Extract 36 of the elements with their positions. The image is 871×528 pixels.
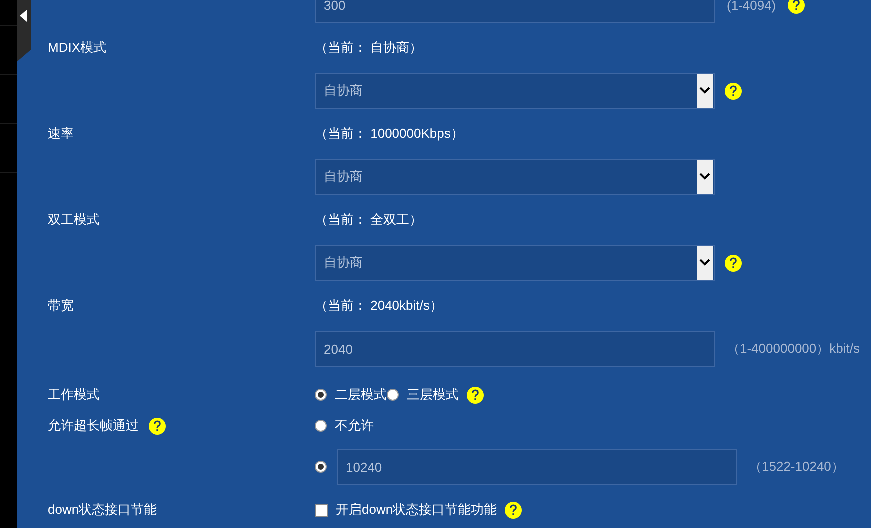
chevron-down-icon	[697, 74, 713, 108]
input-field[interactable]: 300	[315, 0, 715, 23]
field-label: 速率	[48, 125, 74, 143]
collapse-button[interactable]	[17, 0, 31, 62]
input-field[interactable]: 10240	[337, 449, 737, 485]
range-hint: (1-4094)	[727, 0, 776, 12]
field-label: MDIX模式	[48, 39, 106, 57]
dropdown[interactable]: 自协商	[315, 159, 715, 195]
help-icon[interactable]	[149, 418, 166, 434]
field-label: down状态接口节能	[48, 501, 158, 519]
radio-option[interactable]: 三层模式	[387, 386, 459, 404]
current-value: （当前： 1000000Kbps）	[315, 125, 464, 143]
triangle-left-icon	[20, 10, 27, 22]
help-icon[interactable]	[505, 502, 522, 518]
dropdown[interactable]: 自协商	[315, 73, 715, 109]
chevron-down-icon	[697, 246, 713, 280]
help-icon[interactable]	[725, 82, 742, 100]
current-value: （当前： 2040kbit/s）	[315, 297, 443, 315]
input-field[interactable]: 2040	[315, 331, 715, 367]
help-icon[interactable]	[467, 386, 484, 404]
current-value: （当前： 自协商）	[315, 39, 423, 57]
help-icon[interactable]	[788, 0, 806, 14]
field-label: 双工模式	[48, 211, 100, 229]
field-label: 允许超长帧通过	[48, 417, 139, 435]
help-icon[interactable]	[725, 254, 742, 272]
dropdown[interactable]: 自协商	[315, 245, 715, 281]
checkbox-option[interactable]: 开启down状态接口节能功能	[315, 501, 498, 519]
radio-option[interactable]: 二层模式	[315, 386, 387, 404]
range-hint: （1-400000000）kbit/s	[727, 340, 860, 358]
range-hint: （1522-10240）	[749, 458, 844, 476]
current-value: （当前： 全双工）	[315, 211, 423, 229]
field-label: 工作模式	[48, 386, 100, 404]
radio-option[interactable]: 不允许	[315, 417, 374, 435]
field-label: 带宽	[48, 297, 74, 315]
chevron-down-icon	[697, 160, 713, 194]
radio-button[interactable]	[315, 461, 327, 473]
